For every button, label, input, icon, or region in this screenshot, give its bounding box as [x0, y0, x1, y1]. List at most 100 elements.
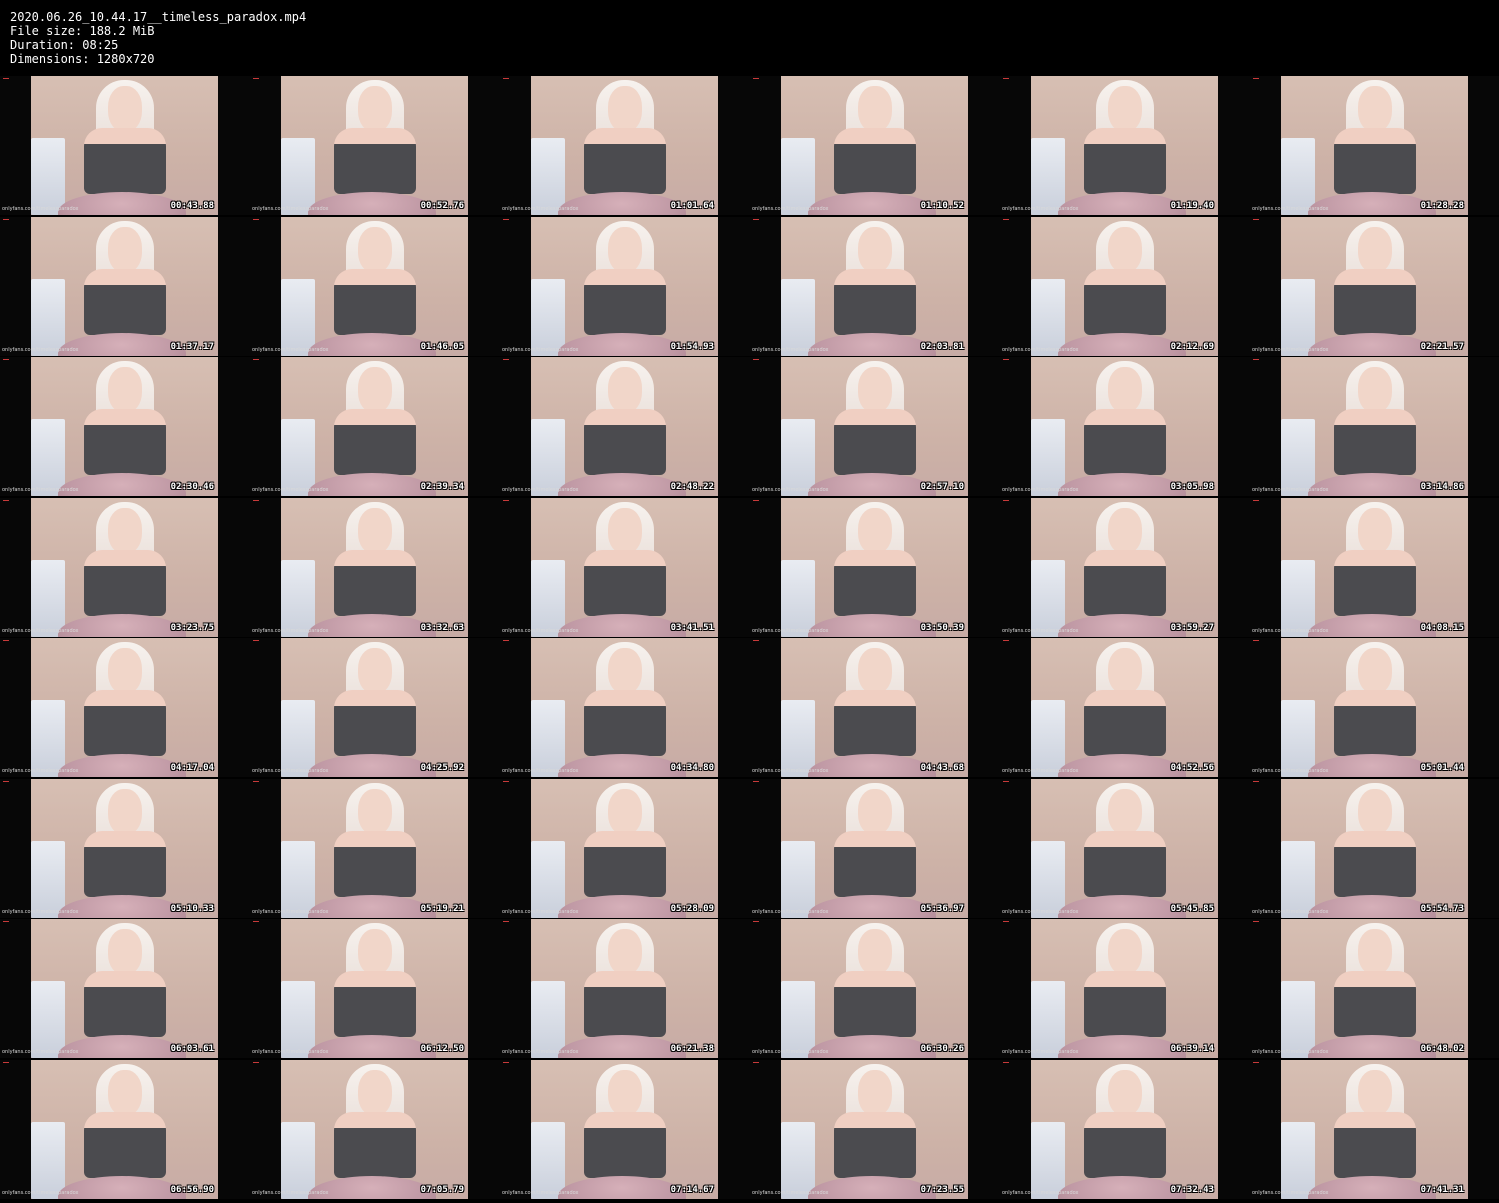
video-thumbnail[interactable]: onlyfans.com/timelessparadox 06:03.61	[0, 919, 250, 1058]
video-thumbnail[interactable]: onlyfans.com/timelessparadox 06:48.02	[1250, 919, 1499, 1058]
headboard	[531, 279, 565, 356]
video-thumbnail[interactable]: onlyfans.com/timelessparadox 04:43.68	[750, 638, 1000, 777]
timestamp: 06:39.14	[1170, 1044, 1214, 1054]
video-thumbnail[interactable]: onlyfans.com/timelessparadox 01:10.52	[750, 76, 1000, 215]
video-thumbnail[interactable]: onlyfans.com/timelessparadox 03:14.86	[1250, 357, 1499, 496]
video-thumbnail[interactable]: onlyfans.com/timelessparadox 05:45.85	[1000, 779, 1250, 918]
headboard	[281, 279, 315, 356]
video-thumbnail[interactable]: onlyfans.com/timelessparadox 07:41.31	[1250, 1060, 1499, 1199]
watermark: onlyfans.com/timelessparadox	[1002, 628, 1079, 634]
face-shape	[858, 86, 892, 132]
video-thumbnail[interactable]: onlyfans.com/timelessparadox 05:36.97	[750, 779, 1000, 918]
headboard	[281, 138, 315, 215]
recording-indicator	[253, 359, 259, 360]
torso-shape	[1334, 1112, 1416, 1178]
video-thumbnail[interactable]: onlyfans.com/timelessparadox 00:52.76	[250, 76, 500, 215]
video-thumbnail[interactable]: onlyfans.com/timelessparadox 03:50.39	[750, 498, 1000, 637]
video-thumbnail[interactable]: onlyfans.com/timelessparadox 01:54.93	[500, 217, 750, 356]
timestamp: 07:32.43	[1170, 1185, 1214, 1195]
video-thumbnail[interactable]: onlyfans.com/timelessparadox 07:14.67	[500, 1060, 750, 1199]
recording-indicator	[253, 921, 259, 922]
torso-shape	[84, 831, 166, 897]
video-thumbnail[interactable]: onlyfans.com/timelessparadox 04:17.04	[0, 638, 250, 777]
video-thumbnail[interactable]: onlyfans.com/timelessparadox 04:34.80	[500, 638, 750, 777]
watermark: onlyfans.com/timelessparadox	[502, 347, 579, 353]
timestamp: 01:46.05	[420, 342, 464, 352]
video-thumbnail[interactable]: onlyfans.com/timelessparadox 05:19.21	[250, 779, 500, 918]
video-thumbnail[interactable]: onlyfans.com/timelessparadox 06:56.90	[0, 1060, 250, 1199]
headboard	[1031, 981, 1065, 1058]
torso-shape	[584, 831, 666, 897]
torso-shape	[584, 550, 666, 616]
video-thumbnail[interactable]: onlyfans.com/timelessparadox 05:01.44	[1250, 638, 1499, 777]
video-thumbnail[interactable]: onlyfans.com/timelessparadox 04:25.92	[250, 638, 500, 777]
video-thumbnail[interactable]: onlyfans.com/timelessparadox 03:41.51	[500, 498, 750, 637]
recording-indicator	[503, 500, 509, 501]
face-shape	[1108, 648, 1142, 694]
timestamp: 05:01.44	[1420, 763, 1464, 773]
timestamp: 02:48.22	[670, 482, 714, 492]
watermark: onlyfans.com/timelessparadox	[1002, 1190, 1079, 1196]
video-thumbnail[interactable]: onlyfans.com/timelessparadox 02:03.81	[750, 217, 1000, 356]
video-thumbnail[interactable]: onlyfans.com/timelessparadox 02:57.10	[750, 357, 1000, 496]
torso-shape	[1084, 831, 1166, 897]
video-thumbnail[interactable]: onlyfans.com/timelessparadox 02:21.57	[1250, 217, 1499, 356]
timestamp: 01:19.40	[1170, 201, 1214, 211]
video-thumbnail[interactable]: onlyfans.com/timelessparadox 07:32.43	[1000, 1060, 1250, 1199]
timestamp: 02:21.57	[1420, 342, 1464, 352]
timestamp: 05:10.33	[170, 904, 214, 914]
recording-indicator	[1253, 781, 1259, 782]
video-thumbnail[interactable]: onlyfans.com/timelessparadox 02:39.34	[250, 357, 500, 496]
video-thumbnail[interactable]: onlyfans.com/timelessparadox 02:12.69	[1000, 217, 1250, 356]
video-thumbnail[interactable]: onlyfans.com/timelessparadox 01:19.40	[1000, 76, 1250, 215]
video-thumbnail[interactable]: onlyfans.com/timelessparadox 01:01.64	[500, 76, 750, 215]
headboard	[281, 981, 315, 1058]
video-thumbnail[interactable]: onlyfans.com/timelessparadox 06:21.38	[500, 919, 750, 1058]
video-thumbnail[interactable]: onlyfans.com/timelessparadox 01:46.05	[250, 217, 500, 356]
headboard	[31, 279, 65, 356]
watermark: onlyfans.com/timelessparadox	[1252, 487, 1329, 493]
headboard	[31, 1122, 65, 1199]
video-thumbnail[interactable]: onlyfans.com/timelessparadox 05:28.09	[500, 779, 750, 918]
video-thumbnail[interactable]: onlyfans.com/timelessparadox 07:05.79	[250, 1060, 500, 1199]
torso-shape	[1084, 269, 1166, 335]
video-thumbnail[interactable]: onlyfans.com/timelessparadox 01:28.28	[1250, 76, 1499, 215]
video-thumbnail[interactable]: onlyfans.com/timelessparadox 04:52.56	[1000, 638, 1250, 777]
headboard	[1031, 419, 1065, 496]
face-shape	[1358, 86, 1392, 132]
watermark: onlyfans.com/timelessparadox	[2, 487, 79, 493]
video-thumbnail[interactable]: onlyfans.com/timelessparadox 07:23.55	[750, 1060, 1000, 1199]
recording-indicator	[753, 500, 759, 501]
timestamp: 01:10.52	[920, 201, 964, 211]
video-thumbnail[interactable]: onlyfans.com/timelessparadox 06:39.14	[1000, 919, 1250, 1058]
torso-shape	[584, 128, 666, 194]
headboard	[781, 841, 815, 918]
timestamp: 07:14.67	[670, 1185, 714, 1195]
watermark: onlyfans.com/timelessparadox	[1252, 768, 1329, 774]
video-thumbnail[interactable]: onlyfans.com/timelessparadox 02:48.22	[500, 357, 750, 496]
face-shape	[358, 789, 392, 835]
video-thumbnail[interactable]: onlyfans.com/timelessparadox 00:43.88	[0, 76, 250, 215]
timestamp: 06:56.90	[170, 1185, 214, 1195]
recording-indicator	[1003, 640, 1009, 641]
video-thumbnail[interactable]: onlyfans.com/timelessparadox 03:32.63	[250, 498, 500, 637]
recording-indicator	[3, 1062, 9, 1063]
video-thumbnail[interactable]: onlyfans.com/timelessparadox 03:59.27	[1000, 498, 1250, 637]
video-thumbnail[interactable]: onlyfans.com/timelessparadox 01:37.17	[0, 217, 250, 356]
video-thumbnail[interactable]: onlyfans.com/timelessparadox 06:12.50	[250, 919, 500, 1058]
video-thumbnail[interactable]: onlyfans.com/timelessparadox 03:05.98	[1000, 357, 1250, 496]
video-thumbnail[interactable]: onlyfans.com/timelessparadox 05:10.33	[0, 779, 250, 918]
face-shape	[358, 508, 392, 554]
recording-indicator	[753, 359, 759, 360]
torso-shape	[84, 550, 166, 616]
video-thumbnail[interactable]: onlyfans.com/timelessparadox 05:54.73	[1250, 779, 1499, 918]
video-thumbnail[interactable]: onlyfans.com/timelessparadox 03:23.75	[0, 498, 250, 637]
headboard	[1281, 138, 1315, 215]
headboard	[1281, 1122, 1315, 1199]
video-thumbnail[interactable]: onlyfans.com/timelessparadox 06:30.26	[750, 919, 1000, 1058]
recording-indicator	[3, 640, 9, 641]
video-thumbnail[interactable]: onlyfans.com/timelessparadox 02:30.46	[0, 357, 250, 496]
face-shape	[1358, 508, 1392, 554]
watermark: onlyfans.com/timelessparadox	[752, 1190, 829, 1196]
video-thumbnail[interactable]: onlyfans.com/timelessparadox 04:08.15	[1250, 498, 1499, 637]
